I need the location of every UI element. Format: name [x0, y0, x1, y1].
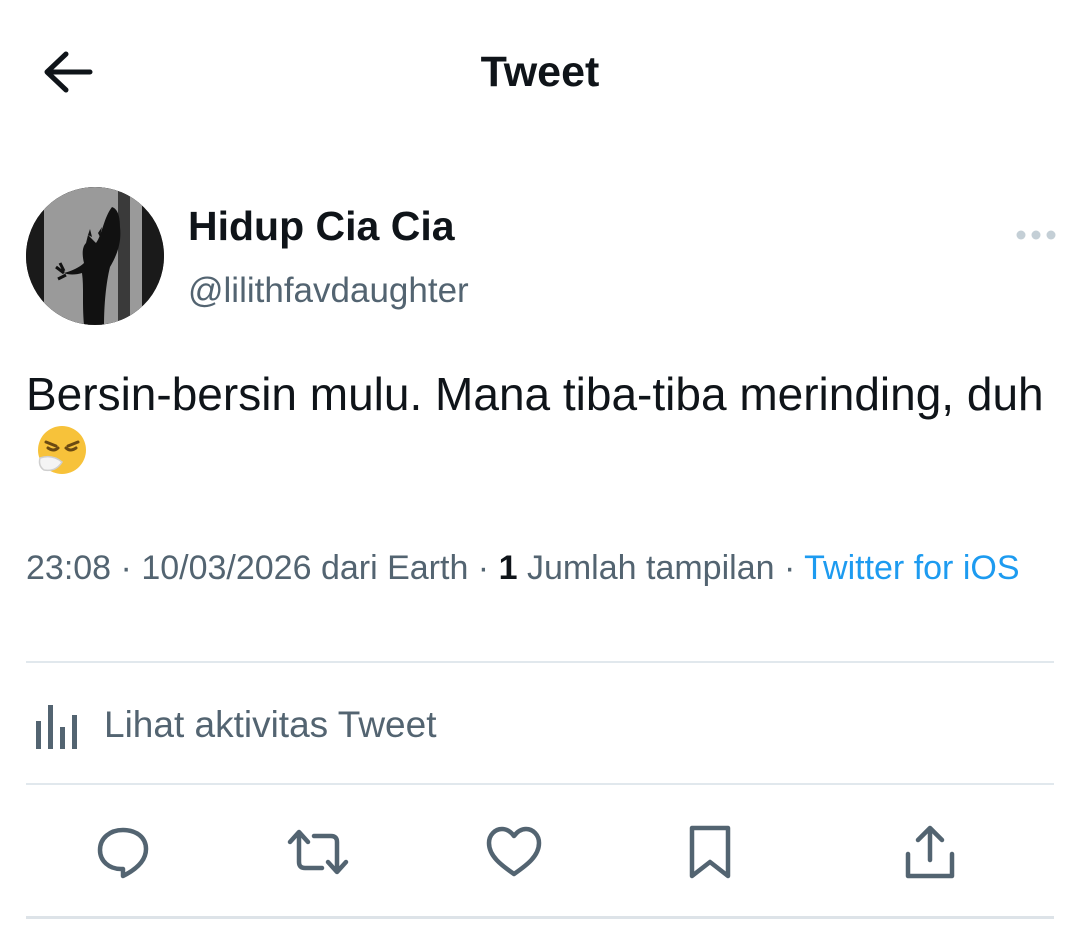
- tweet-text: Bersin-bersin mulu. Mana tiba-tiba merin…: [26, 366, 1056, 478]
- tweet-time: 23:08: [26, 549, 112, 587]
- author-display-name[interactable]: Hidup Cia Cia: [188, 200, 455, 252]
- views-count: 1: [498, 549, 518, 587]
- view-activity-label: Lihat aktivitas Tweet: [104, 704, 437, 745]
- bookmark-icon: [689, 825, 731, 879]
- retweet-button[interactable]: [286, 820, 350, 884]
- reply-icon: [97, 827, 149, 879]
- retweet-icon: [287, 829, 349, 875]
- avatar[interactable]: [26, 187, 164, 325]
- header: Tweet: [0, 0, 1080, 140]
- more-horizontal-icon: [1016, 230, 1056, 240]
- bar-chart-icon: [36, 705, 77, 749]
- divider: [26, 783, 1054, 785]
- reply-button[interactable]: [91, 820, 155, 884]
- sneezing-face-emoji: [38, 426, 86, 474]
- tweet-source-link[interactable]: Twitter for iOS: [804, 549, 1019, 587]
- tweet-meta: 23:08 · 10/03/2026 dari Earth · 1 Jumlah…: [26, 549, 1020, 587]
- view-activity-button[interactable]: Lihat aktivitas Tweet: [26, 690, 437, 760]
- more-button[interactable]: [1012, 220, 1060, 250]
- share-button[interactable]: [898, 820, 962, 884]
- silhouette-avatar: [26, 187, 164, 325]
- tweet-text-content: Bersin-bersin mulu. Mana tiba-tiba merin…: [26, 368, 1044, 420]
- share-icon: [905, 825, 955, 879]
- author-handle[interactable]: @lilithfavdaughter: [188, 268, 469, 314]
- divider: [26, 661, 1054, 663]
- tweet-location: Earth: [387, 549, 469, 587]
- views-label: Jumlah tampilan: [526, 549, 775, 587]
- like-icon: [486, 826, 542, 877]
- tweet-date: 10/03/2026: [141, 549, 312, 587]
- divider: [26, 916, 1054, 919]
- page-title: Tweet: [480, 48, 600, 96]
- bookmark-button[interactable]: [678, 820, 742, 884]
- like-button[interactable]: [482, 820, 546, 884]
